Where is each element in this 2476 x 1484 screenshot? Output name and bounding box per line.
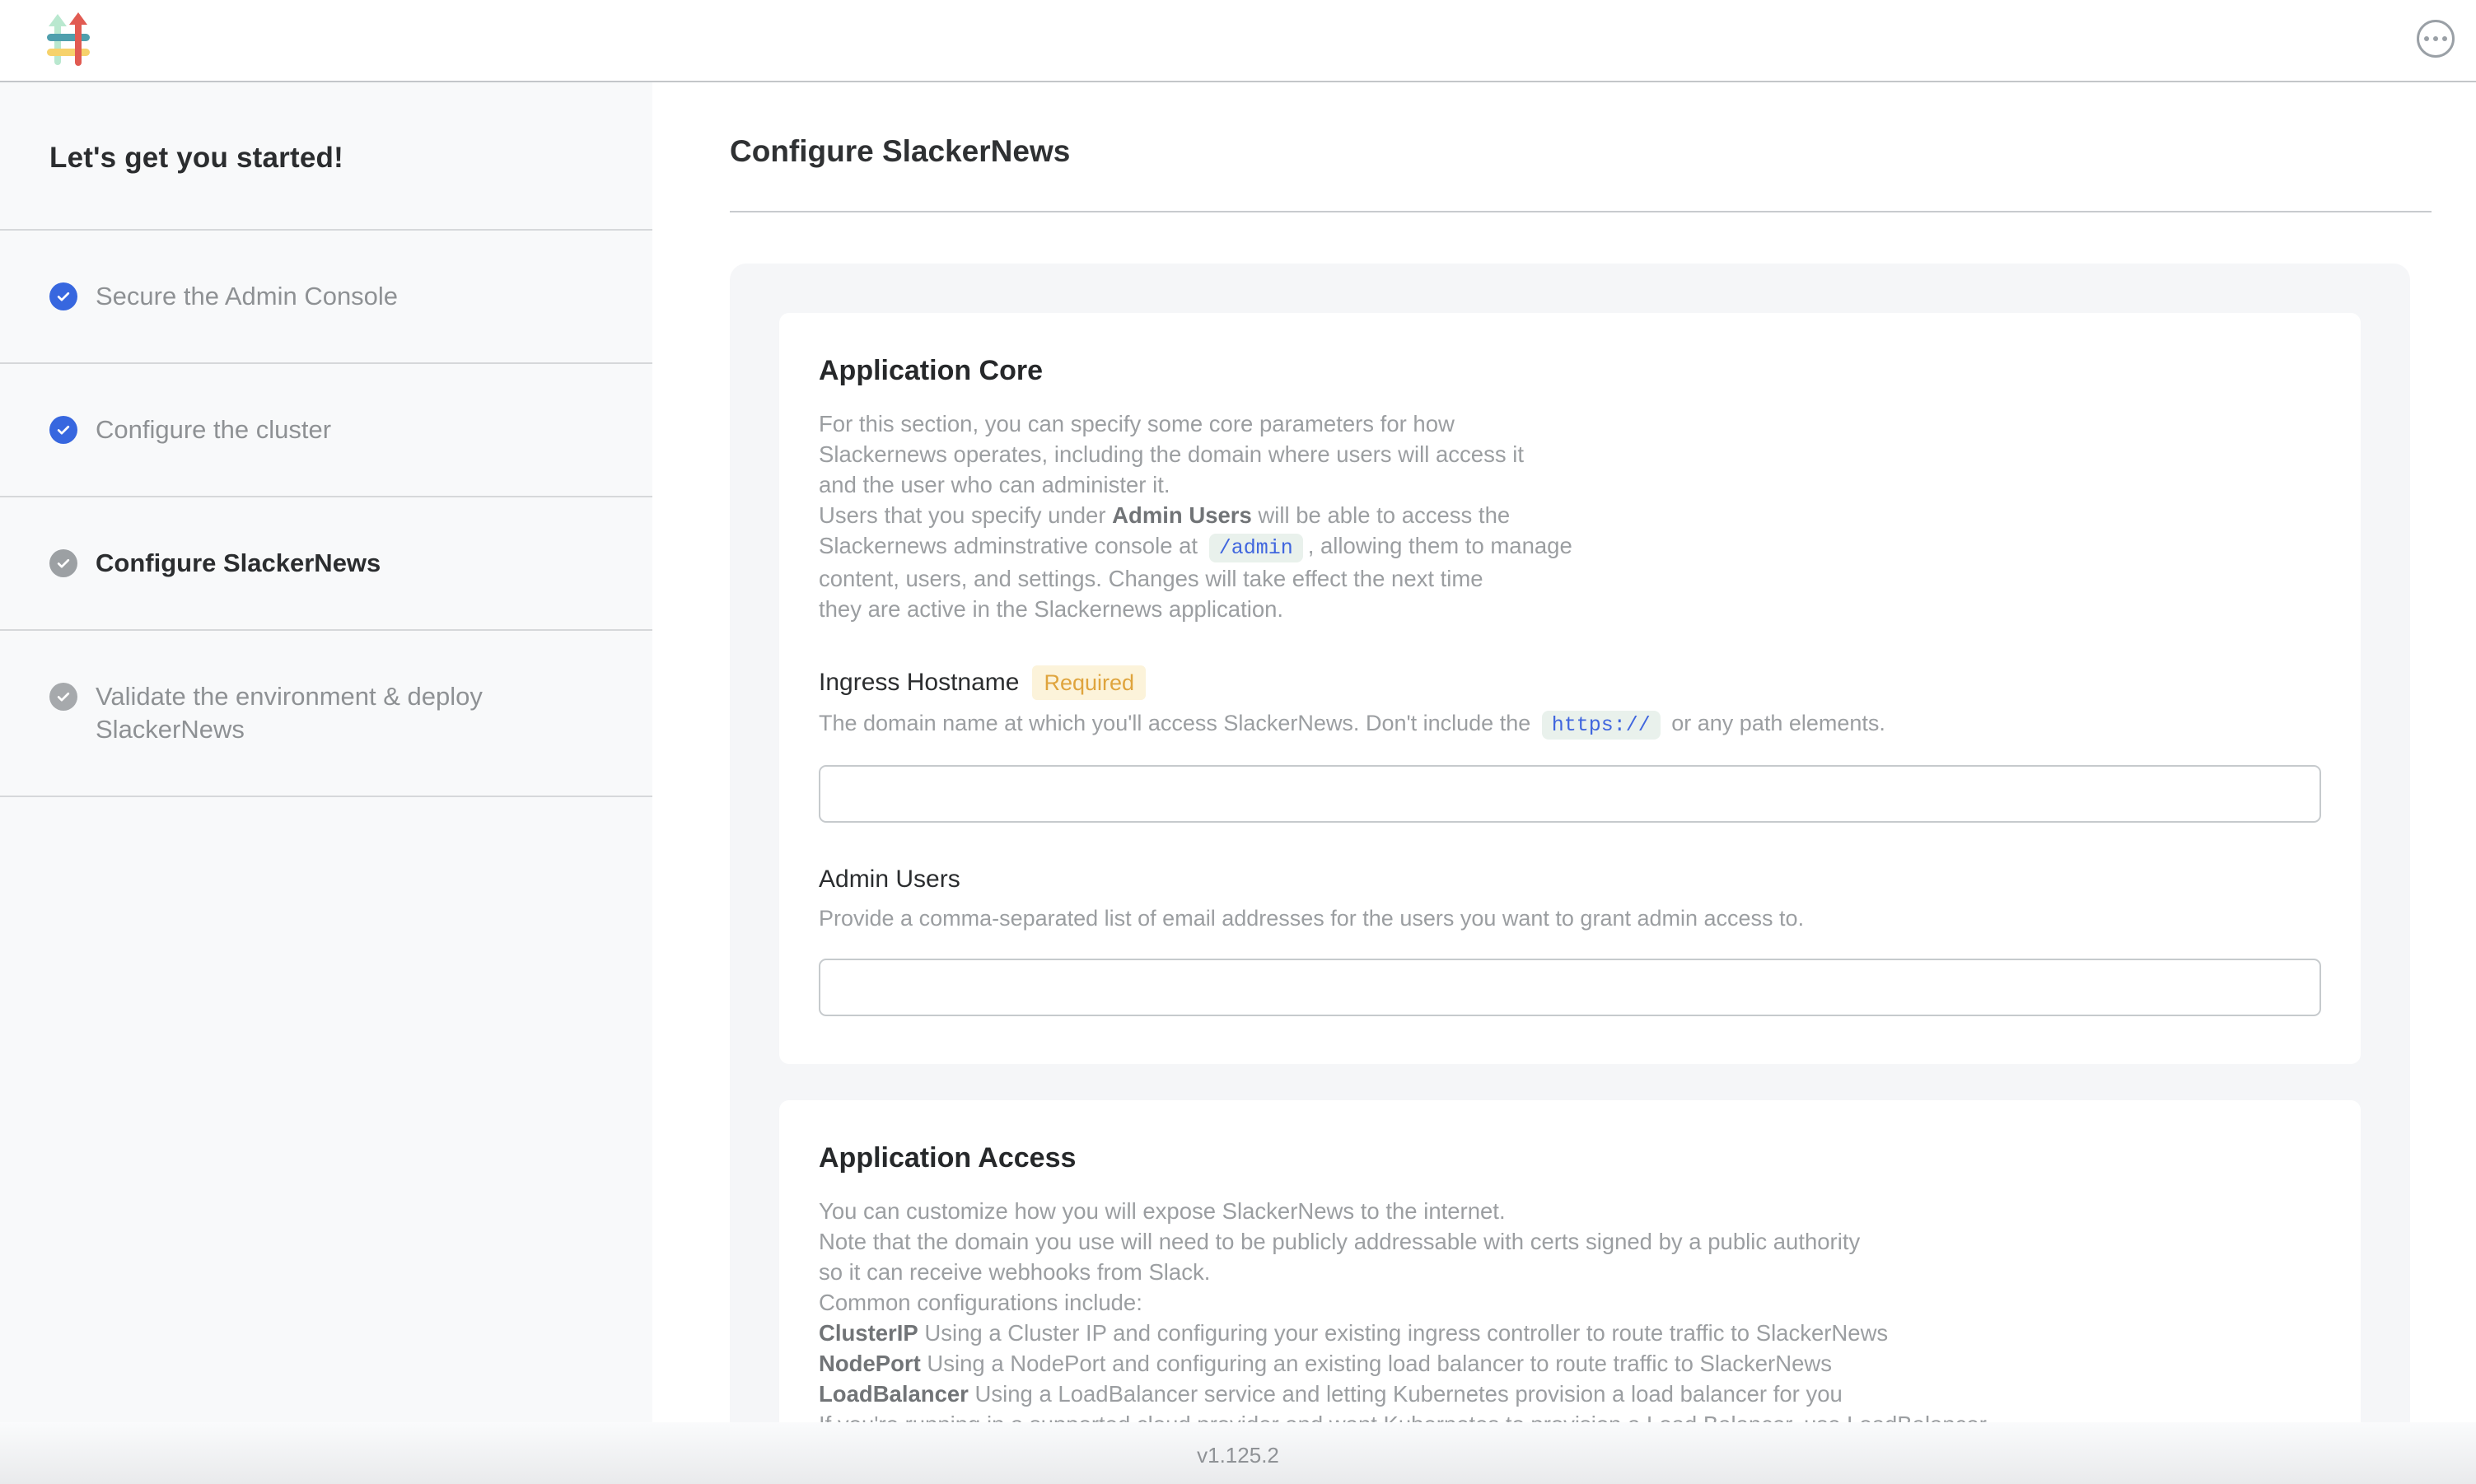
sidebar-step-configure-slackernews[interactable]: Configure SlackerNews [0,496,652,629]
field-admin-users: Admin Users Provide a comma-separated li… [819,864,2321,1016]
slackernews-logo-icon [47,12,90,67]
sidebar-title: Let's get you started! [0,82,652,229]
field-label: Admin Users [819,864,960,895]
title-divider [730,211,2432,212]
card-description: You can customize how you will expose Sl… [819,1196,2321,1440]
code-chip: https:// [1542,711,1661,740]
code-chip: /admin [1209,534,1303,562]
field-label: Ingress Hostname [819,667,1019,698]
check-icon [49,282,77,310]
sidebar-step-configure-cluster[interactable]: Configure the cluster [0,362,652,496]
ellipsis-icon [2424,36,2447,41]
page-title: Configure SlackerNews [730,133,2432,170]
step-label: Configure the cluster [96,413,331,446]
card-title: Application Core [819,354,2321,387]
more-menu-button[interactable] [2417,20,2455,58]
setup-sidebar: Let's get you started! Secure the Admin … [0,82,652,1484]
required-badge: Required [1032,665,1146,700]
bold-text: NodePort [819,1351,921,1376]
footer-bar: v1.125.2 [0,1422,2476,1484]
top-header [0,0,2476,82]
config-card-application-core: Application Core For this section, you c… [779,313,2361,1064]
admin-users-input[interactable] [819,959,2321,1016]
field-description: Provide a comma-separated list of email … [819,903,2321,934]
main-content: Configure SlackerNews Application Core F… [652,82,2476,1484]
step-label: Secure the Admin Console [96,280,398,313]
bold-text: Admin Users [1112,502,1252,528]
field-ingress-hostname: Ingress Hostname Required The domain nam… [819,665,2321,823]
check-icon [49,683,77,711]
bold-text: LoadBalancer [819,1381,969,1407]
check-icon [49,549,77,577]
check-icon [49,416,77,444]
ingress-hostname-input[interactable] [819,765,2321,823]
sidebar-step-validate-deploy[interactable]: Validate the environment & deploy Slacke… [0,629,652,797]
step-label: Validate the environment & deploy Slacke… [96,680,606,746]
step-label: Configure SlackerNews [96,547,381,580]
bold-text: ClusterIP [819,1320,918,1346]
card-description: For this section, you can specify some c… [819,408,2321,624]
config-panel: Application Core For this section, you c… [730,264,2410,1484]
sidebar-step-secure-admin-console[interactable]: Secure the Admin Console [0,229,652,362]
version-label: v1.125.2 [1197,1438,1279,1468]
card-title: Application Access [819,1141,2321,1174]
field-description: The domain name at which you'll access S… [819,708,2321,740]
